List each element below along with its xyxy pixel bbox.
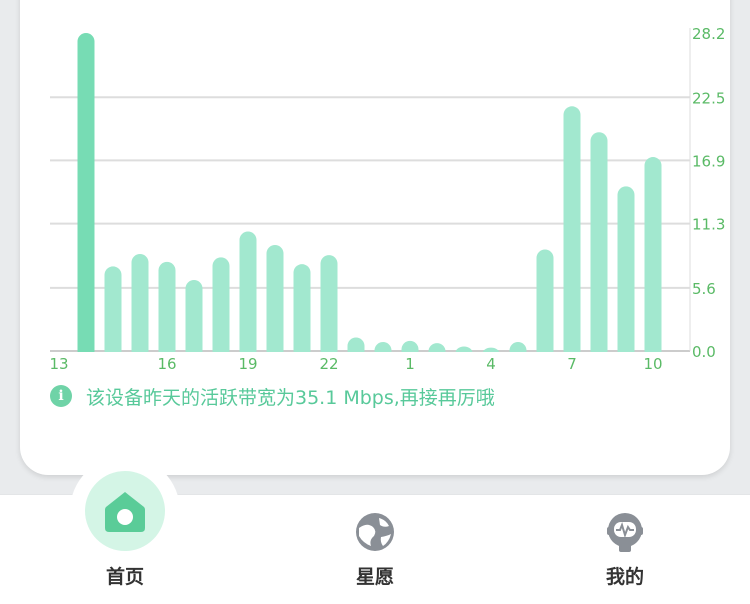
bar-8[interactable] [590, 132, 608, 360]
x-tick-label: 16 [157, 355, 176, 373]
x-tick-label: 13 [49, 355, 68, 373]
planet-icon [356, 513, 394, 551]
bar-19[interactable] [239, 231, 257, 360]
robot-icon [607, 513, 643, 552]
tab-profile-label: 我的 [605, 566, 644, 588]
x-tick-label: 19 [238, 355, 257, 373]
home-icon [105, 492, 145, 532]
x-tick-label: 22 [319, 355, 338, 373]
info-icon: i [50, 385, 72, 407]
bar-18[interactable] [212, 257, 230, 360]
bar-16[interactable] [158, 261, 176, 360]
summary-text: 该设备昨天的活跃带宽为35.1 Mbps,再接再厉哦 [86, 386, 495, 409]
bar-9[interactable] [617, 186, 635, 360]
bar-22[interactable] [320, 255, 338, 360]
bandwidth-summary: i 该设备昨天的活跃带宽为35.1 Mbps,再接再厉哦 [50, 384, 495, 409]
tab-home-label: 首页 [105, 566, 144, 588]
y-tick-label: 28.2 [692, 25, 725, 43]
bar-15[interactable] [131, 254, 149, 360]
bar-6[interactable] [536, 249, 554, 360]
y-tick-label: 22.5 [692, 89, 725, 107]
tab-home[interactable]: 首页 [85, 562, 165, 589]
bar-20[interactable] [266, 245, 284, 360]
bar-10[interactable] [644, 157, 662, 360]
bar-7[interactable] [563, 106, 581, 360]
tab-wish-label: 星愿 [355, 566, 394, 588]
x-tick-label: 1 [405, 355, 415, 373]
bar-13[interactable] [77, 33, 95, 360]
baseline-mask [50, 352, 690, 364]
tab-profile[interactable]: 我的 [585, 510, 665, 589]
y-tick-label: 5.6 [692, 280, 716, 298]
bar-17[interactable] [185, 279, 203, 360]
tab-wish[interactable]: 星愿 [335, 510, 415, 589]
tab-home-bubble[interactable] [70, 456, 180, 566]
x-tick-label: 10 [643, 355, 662, 373]
y-tick-label: 0.0 [692, 343, 716, 361]
y-tick-label: 11.3 [692, 216, 725, 234]
y-tick-label: 16.9 [692, 152, 725, 170]
bar-21[interactable] [293, 264, 311, 360]
home-icon-wrap [85, 471, 165, 551]
x-tick-label: 7 [567, 355, 577, 373]
bar-14[interactable] [104, 266, 122, 360]
x-tick-label: 4 [486, 355, 496, 373]
